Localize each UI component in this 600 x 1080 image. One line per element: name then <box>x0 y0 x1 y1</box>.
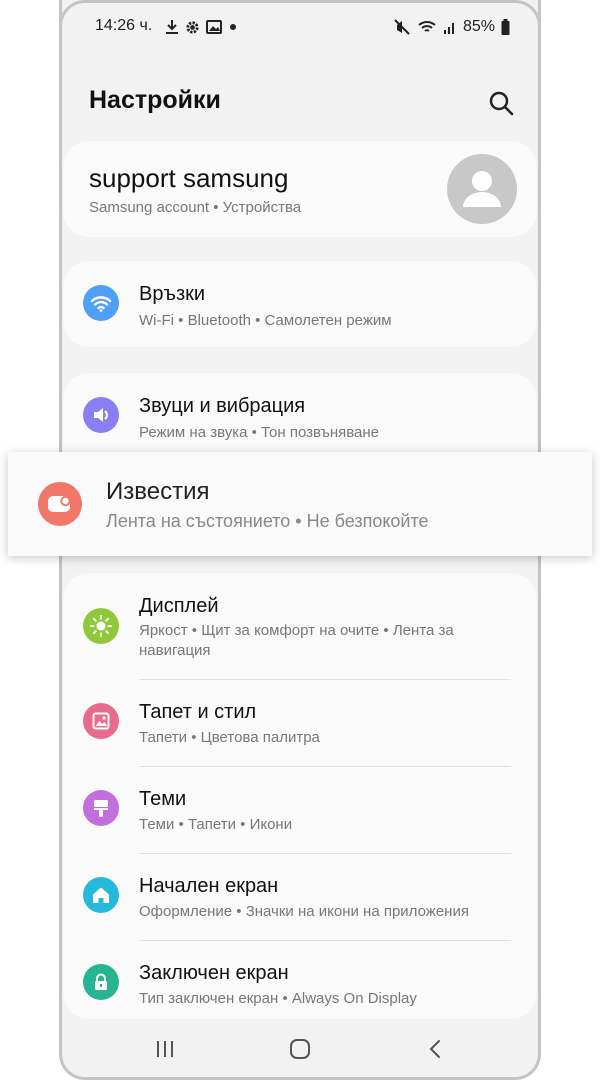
item-title: Звуци и вибрация <box>139 395 306 417</box>
signal-icon <box>443 23 454 34</box>
settings-item-wallpaper[interactable]: Тапет и стил Тапети • Цветова палитра <box>63 680 537 766</box>
person-icon <box>463 171 501 207</box>
search-icon[interactable] <box>486 88 516 118</box>
download-icon <box>166 20 178 34</box>
settings-item-home-screen[interactable]: Начален екран Оформление • Значки на ико… <box>63 854 537 940</box>
account-subtitle: Samsung account • Устройства <box>89 199 302 216</box>
settings-item-themes[interactable]: Теми Теми • Тапети • Икони <box>63 767 537 853</box>
avatar[interactable] <box>447 154 517 224</box>
notification-icon <box>38 482 82 526</box>
item-subtitle: Wi-Fi • Bluetooth • Самолетен режим <box>139 312 392 329</box>
item-subtitle: Теми • Тапети • Икони <box>139 816 293 833</box>
dot-icon <box>230 24 236 30</box>
wifi-status-icon <box>418 21 436 32</box>
item-title: Връзки <box>139 283 206 305</box>
item-subtitle: Тапети • Цветова палитра <box>139 729 320 746</box>
item-title: Начален екран <box>139 875 279 897</box>
account-card[interactable]: support samsung Samsung account • Устрой… <box>63 141 537 237</box>
item-title: Известия <box>106 478 210 505</box>
status-time: 14:26 ч. <box>95 17 153 34</box>
battery-icon <box>501 19 510 35</box>
item-subtitle: Оформление • Значки на икони на приложен… <box>139 903 469 920</box>
wifi-icon <box>83 285 119 321</box>
image-icon <box>83 703 119 739</box>
sun-icon <box>83 608 119 644</box>
brush-icon <box>83 790 119 826</box>
home-icon <box>83 877 119 913</box>
lock-icon <box>83 964 119 1000</box>
settings-item-connections[interactable]: Връзки Wi-Fi • Bluetooth • Самолетен реж… <box>63 261 537 347</box>
settings-item-display[interactable]: Дисплей Яркост • Щит за комфорт на очите… <box>63 573 537 679</box>
battery-percent: 85% <box>462 18 495 35</box>
item-subtitle: Режим на звука • Тон позвъняване <box>139 424 380 441</box>
status-bar: 14:26 ч. 85% <box>95 14 510 40</box>
item-subtitle: Яркост • Щит за комфорт на очите • Лента… <box>139 622 454 659</box>
item-title: Теми <box>139 788 187 810</box>
item-title: Тапет и стил <box>139 701 257 723</box>
back-button[interactable] <box>425 1038 445 1060</box>
settings-item-lock-screen[interactable]: Заключен екран Тип заключен екран • Alwa… <box>63 941 537 1019</box>
item-title: Заключен екран <box>139 962 289 984</box>
navigation-bar <box>63 1030 537 1070</box>
item-subtitle: Лента на състоянието • Не безпокойте <box>106 511 429 531</box>
display-group-card: Дисплей Яркост • Щит за комфорт на очите… <box>63 573 537 1019</box>
page-title: Настройки <box>89 86 221 114</box>
speaker-icon <box>83 397 119 433</box>
mute-icon <box>394 19 410 35</box>
account-name: support samsung <box>89 163 289 193</box>
home-button[interactable] <box>288 1037 312 1061</box>
recent-apps-button[interactable] <box>153 1038 177 1060</box>
item-title: Дисплей <box>139 595 219 617</box>
settings-item-sounds[interactable]: Звуци и вибрация Режим на звука • Тон по… <box>63 373 537 453</box>
item-subtitle: Тип заключен екран • Always On Display <box>139 990 417 1007</box>
gear-icon <box>186 20 199 34</box>
connections-card: Връзки Wi-Fi • Bluetooth • Самолетен реж… <box>63 261 537 347</box>
gallery-icon <box>206 20 222 34</box>
settings-item-notifications[interactable]: Известия Лента на състоянието • Не безпо… <box>8 452 592 556</box>
